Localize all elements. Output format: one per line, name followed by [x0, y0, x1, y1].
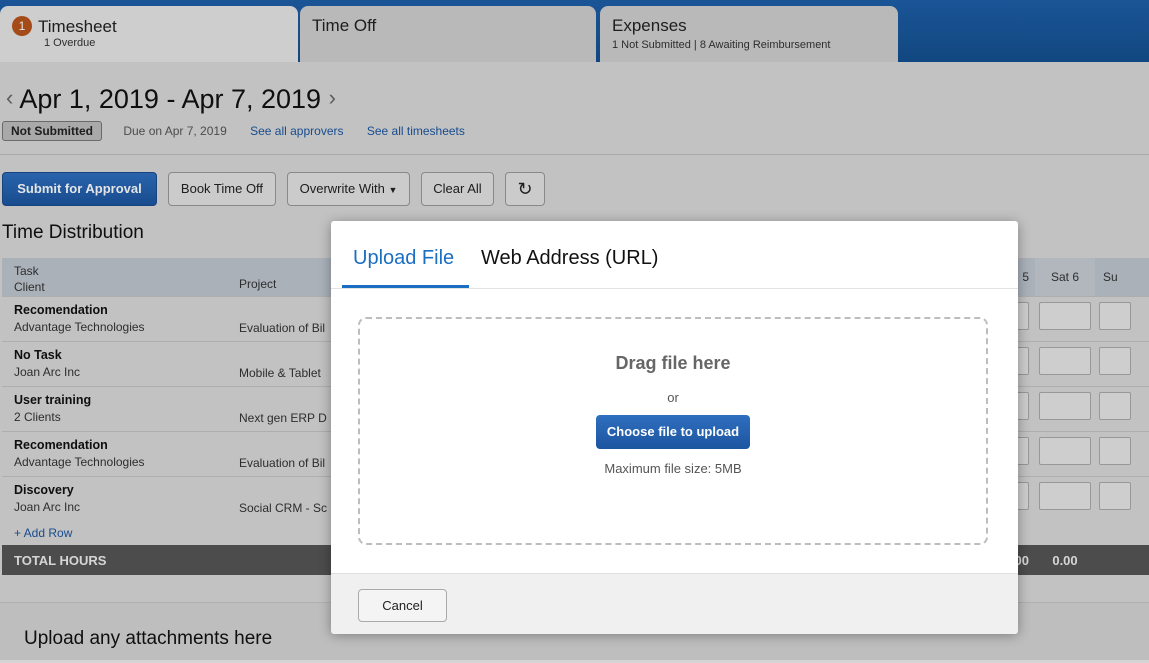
tab-web-address[interactable]: Web Address (URL)	[481, 247, 658, 270]
file-drop-zone[interactable]: Drag file here or Choose file to upload …	[358, 317, 988, 545]
upload-dialog-tabs: Upload File Web Address (URL)	[331, 221, 1018, 289]
or-text: or	[667, 390, 679, 405]
upload-dialog-footer: Cancel	[331, 573, 1018, 634]
choose-file-button[interactable]: Choose file to upload	[595, 415, 751, 449]
drag-file-text: Drag file here	[615, 353, 731, 373]
tab-upload-file[interactable]: Upload File	[353, 247, 454, 270]
active-tab-indicator	[342, 285, 469, 288]
upload-dialog: Upload File Web Address (URL) Drag file …	[331, 221, 1018, 634]
cancel-button[interactable]: Cancel	[358, 589, 447, 622]
max-file-size-text: Maximum file size: 5MB	[604, 461, 742, 476]
